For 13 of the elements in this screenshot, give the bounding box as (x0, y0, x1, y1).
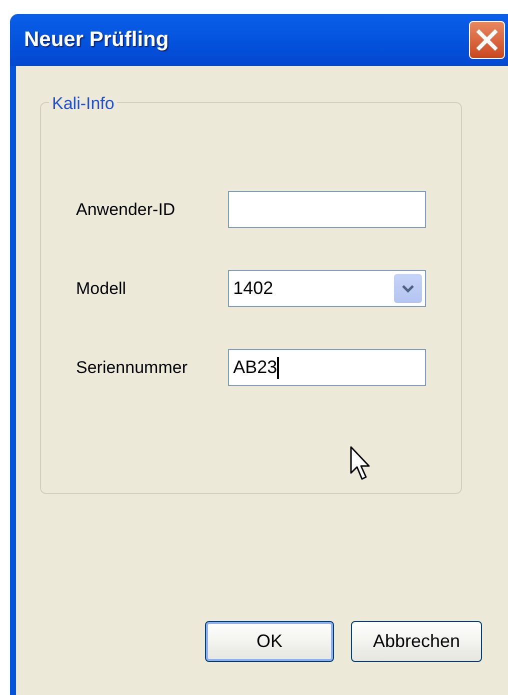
dropdown-button[interactable] (394, 274, 422, 303)
window-title: Neuer Prüfling (24, 27, 169, 54)
input-field[interactable] (228, 191, 426, 228)
close-button[interactable] (469, 21, 505, 59)
dialog-button[interactable]: OK (205, 621, 334, 662)
dialog-button[interactable]: Abbrechen (351, 621, 482, 662)
model-dropdown[interactable]: 1402 (228, 270, 426, 307)
field-label: Anwender-ID (76, 198, 176, 221)
chevron-down-icon (402, 284, 414, 292)
field-label: Modell (76, 278, 128, 300)
field-label: Seriennummer (76, 356, 188, 379)
input-field[interactable]: AB23 (228, 349, 426, 386)
close-icon (476, 29, 498, 51)
